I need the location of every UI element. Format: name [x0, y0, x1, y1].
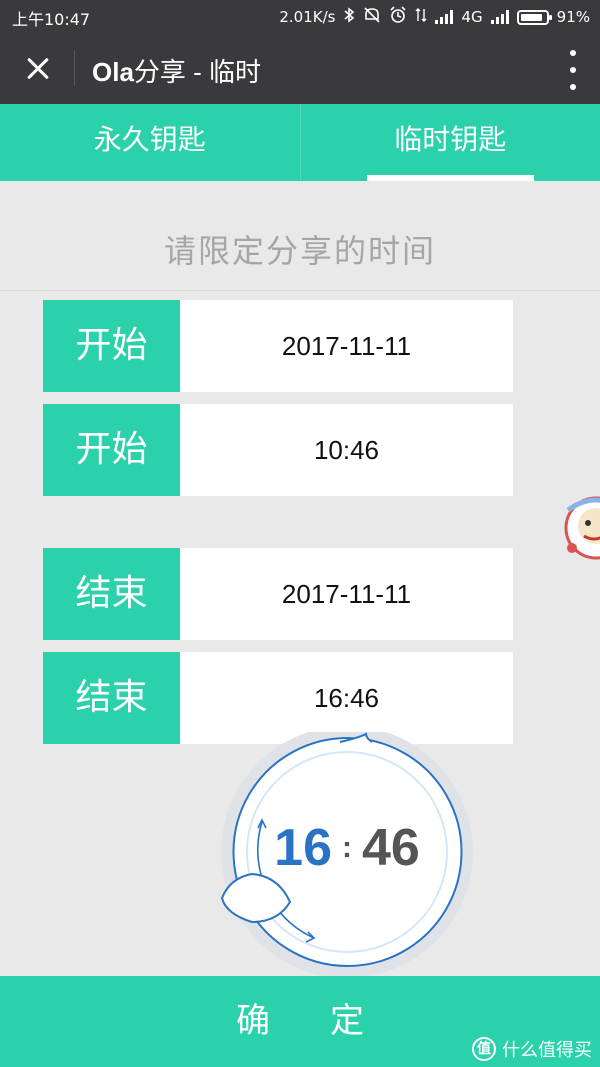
network-speed: 2.01K/s [279, 8, 336, 26]
divider [0, 290, 600, 291]
title-bar: Ola分享 - 临时 [0, 32, 600, 104]
watermark-logo-icon: 值 [472, 1037, 496, 1061]
page-title: Ola分享 - 临时 [92, 52, 261, 89]
page-title-bold: Ola [92, 57, 134, 87]
status-bar: 上午10:47 2.01K/s 4G 91% [0, 0, 600, 32]
status-right: 2.01K/s 4G 91% [279, 6, 590, 28]
page-title-rest: 分享 - 临时 [133, 57, 262, 87]
watermark-text: 什么值得买 [502, 1040, 592, 1061]
network-type: 4G [461, 8, 483, 26]
tab-temporary-key[interactable]: 临时钥匙 [299, 104, 600, 181]
time-picker-dial[interactable]: 16:46 [216, 726, 478, 980]
start-time-row[interactable]: 开始 10:46 [43, 404, 513, 496]
end-date-row[interactable]: 结束 2017-11-11 [43, 548, 513, 640]
key-type-tabs: 永久钥匙 临时钥匙 [0, 104, 600, 181]
tab-permanent-key[interactable]: 永久钥匙 [0, 104, 300, 181]
start-date-value[interactable]: 2017-11-11 [180, 300, 513, 392]
end-time-value[interactable]: 16:46 [180, 652, 513, 744]
close-button[interactable] [12, 42, 62, 94]
time-limit-prompt: 请限定分享的时间 [163, 232, 436, 270]
picker-minute[interactable]: 46 [362, 819, 420, 877]
start-time-value[interactable]: 10:46 [180, 404, 513, 496]
mute-icon [363, 7, 381, 27]
bluetooth-icon [343, 7, 355, 27]
more-menu-button[interactable] [566, 50, 580, 90]
picker-hour[interactable]: 16 [274, 819, 332, 877]
floating-assistant-icon[interactable] [558, 490, 600, 562]
end-date-value[interactable]: 2017-11-11 [180, 548, 513, 640]
title-divider [74, 50, 75, 86]
picker-readout: 16:46 [216, 818, 478, 886]
end-time-row[interactable]: 结束 16:46 [43, 652, 513, 744]
battery-percent: 91% [556, 8, 590, 26]
data-transfer-icon [415, 7, 427, 27]
start-time-label: 开始 [43, 404, 180, 496]
battery-level [520, 13, 543, 21]
alarm-icon [389, 6, 407, 28]
battery-icon [516, 9, 552, 25]
end-time-label: 结束 [43, 652, 180, 744]
signal-icon [490, 10, 509, 24]
picker-separator: : [342, 831, 352, 864]
status-time: 上午10:47 [12, 10, 91, 29]
end-date-label: 结束 [43, 548, 180, 640]
start-date-label: 开始 [43, 300, 180, 392]
start-date-row[interactable]: 开始 2017-11-11 [43, 300, 513, 392]
signal-icon [435, 10, 454, 24]
watermark: 值 什么值得买 [472, 1036, 592, 1062]
